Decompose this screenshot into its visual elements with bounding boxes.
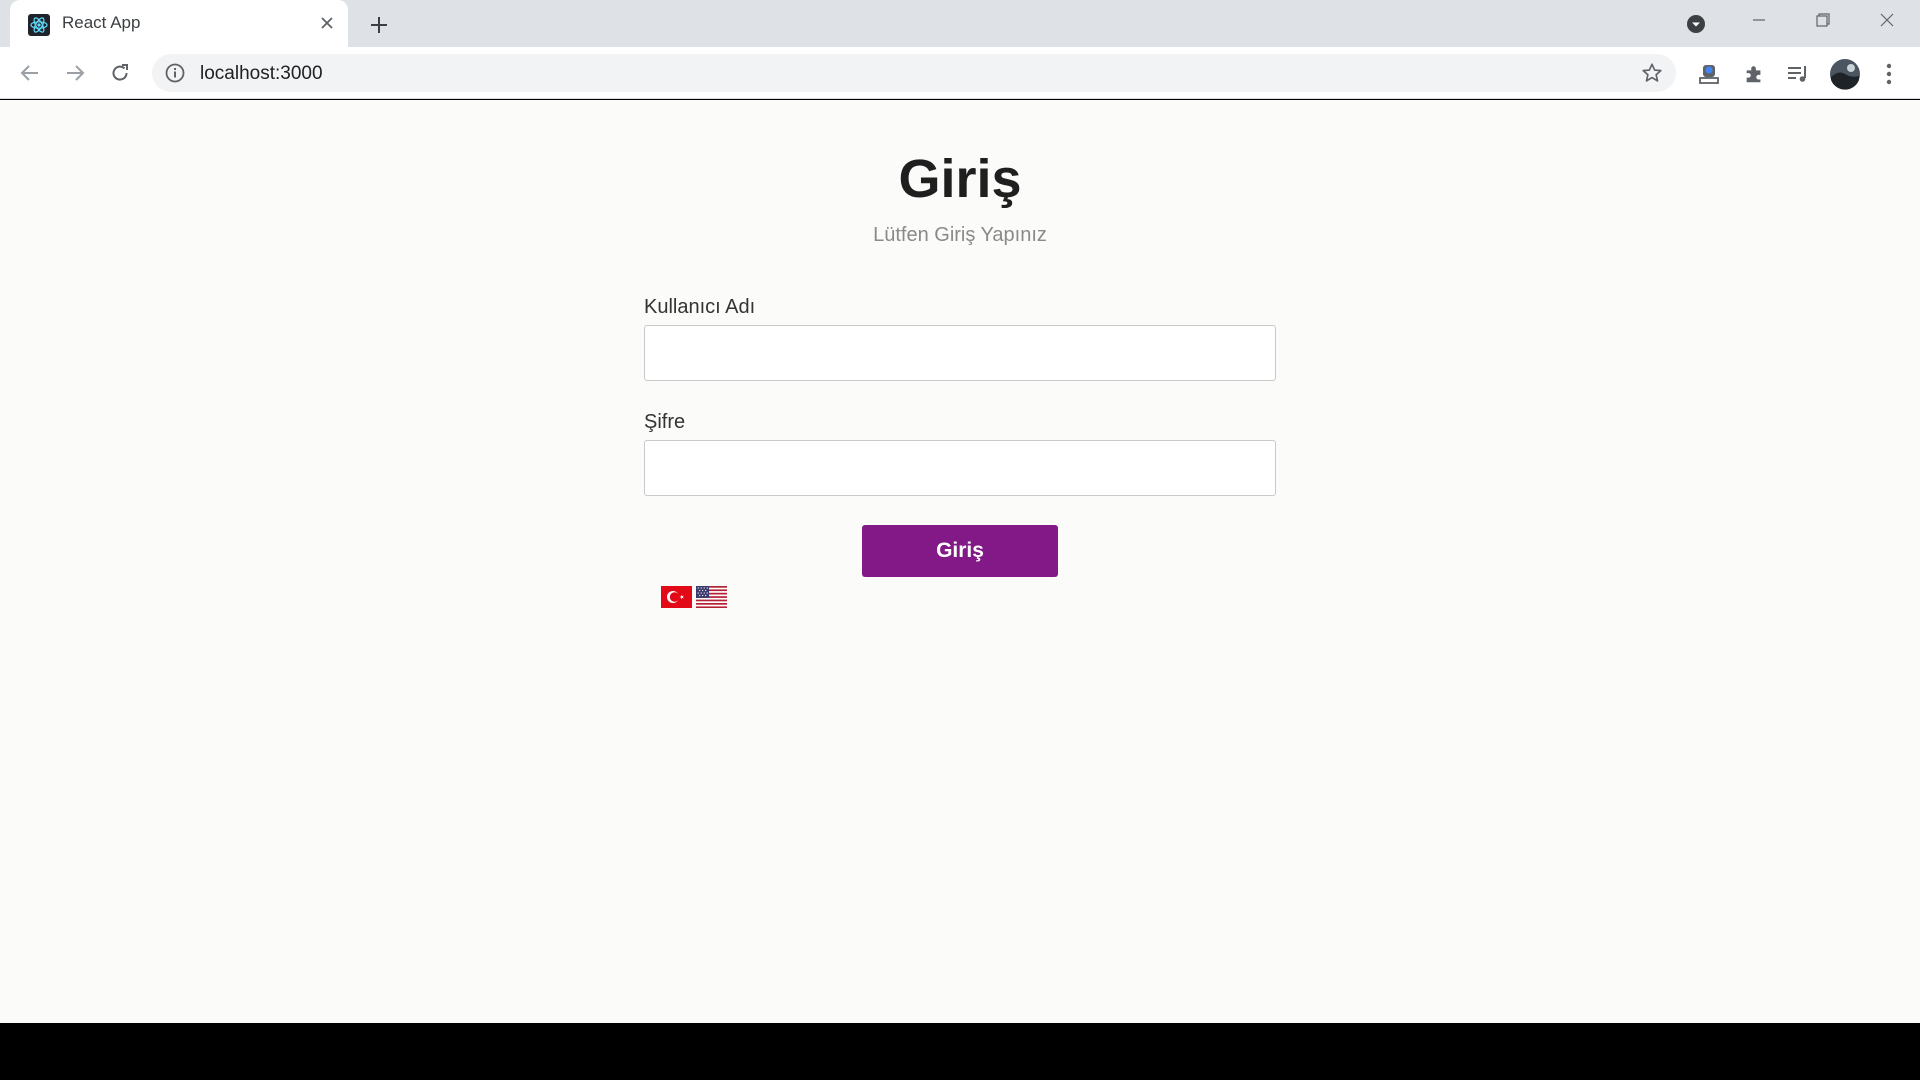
login-button[interactable]: Giriş	[862, 525, 1058, 577]
usa-flag-icon[interactable]	[696, 586, 727, 608]
address-bar[interactable]: localhost:3000	[152, 54, 1676, 92]
extension-badge-icon[interactable]	[1695, 60, 1723, 88]
page-content: Giriş Lütfen Giriş Yapınız Kullanıcı Adı…	[0, 100, 1920, 1023]
page-title: Giriş	[898, 149, 1022, 209]
browser-toolbar: localhost:3000	[0, 47, 1920, 99]
page-subtitle: Lütfen Giriş Yapınız	[873, 224, 1047, 246]
turkey-flag-icon[interactable]	[661, 586, 692, 608]
browser-tab[interactable]: React App	[10, 0, 348, 47]
site-info-icon[interactable]	[164, 62, 186, 84]
bottom-black-bar	[0, 1023, 1920, 1080]
username-input[interactable]	[644, 325, 1276, 381]
media-queue-icon[interactable]	[1784, 60, 1812, 88]
extensions-puzzle-icon[interactable]	[1740, 60, 1768, 88]
username-label: Kullanıcı Adı	[644, 296, 756, 318]
password-label: Şifre	[644, 411, 686, 433]
react-logo-icon	[28, 14, 50, 36]
restore-icon[interactable]	[1792, 0, 1854, 40]
forward-arrow-icon[interactable]	[60, 58, 90, 88]
bookmark-star-icon[interactable]	[1640, 61, 1664, 85]
password-input[interactable]	[644, 440, 1276, 496]
tab-search-icon[interactable]	[1684, 12, 1708, 36]
tab-title: React App	[62, 13, 141, 32]
more-menu-icon[interactable]	[1875, 60, 1903, 88]
tab-close-icon[interactable]	[315, 11, 339, 35]
profile-avatar[interactable]	[1829, 58, 1861, 90]
close-window-icon[interactable]	[1856, 0, 1918, 40]
reload-icon[interactable]	[105, 58, 135, 88]
new-tab-icon[interactable]	[364, 10, 394, 40]
back-arrow-icon[interactable]	[15, 58, 45, 88]
url-text[interactable]: localhost:3000	[200, 63, 323, 85]
minimize-icon[interactable]	[1728, 0, 1790, 40]
tab-strip: React App	[0, 0, 1920, 47]
